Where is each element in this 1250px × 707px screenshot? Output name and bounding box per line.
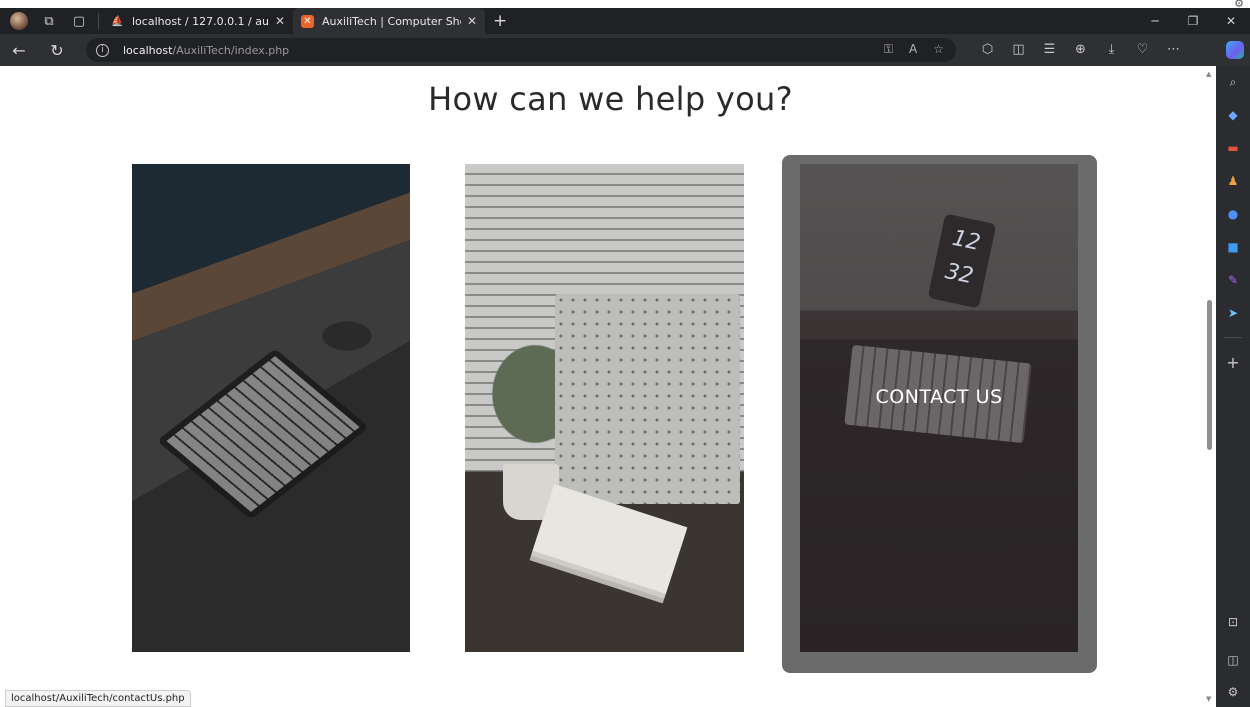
tab-auxilitech[interactable]: ✕ AuxiliTech | Computer Shop ✕ [293,8,485,34]
sidebar-toggle-icon[interactable]: ◫ [1225,652,1241,668]
scroll-down-icon[interactable]: ▼ [1206,695,1211,703]
url-input[interactable]: i localhost/AuxiliTech/index.php ⚿ A ☆ [86,38,956,62]
pegboard-illustration [555,294,740,504]
close-icon[interactable]: ✕ [467,14,477,28]
browser-toolbar: ⬡ ◫ ☰ ⊕ ⤓ ♡ ⋯ [972,42,1189,57]
url-path: /AuxiliTech/index.php [172,43,290,57]
contact-us-label: CONTACT US [875,386,1003,408]
restore-icon[interactable]: ❐ [1174,14,1212,28]
send-icon[interactable]: ➤ [1225,305,1241,321]
keyboard-illustration [156,348,370,520]
workspaces-icon[interactable]: ⧉ [34,8,64,34]
close-window-icon[interactable]: ✕ [1212,14,1250,28]
tab-bar: ⧉ ▢ ⛵ localhost / 127.0.0.1 / auxilitech… [0,8,1250,34]
new-tab-button[interactable]: + [493,11,507,31]
clock-minutes: 32 [942,259,976,290]
status-bar-url: localhost/AuxiliTech/contactUs.php [5,690,191,707]
read-aloud-icon[interactable]: A [909,42,917,57]
edge-sidebar: ⌕ ◆ ▬ ♟ ● ■ ✎ ➤ + ⊡ ◫ ⚙ [1216,66,1250,707]
outlook-icon[interactable]: ■ [1225,239,1241,255]
omnibox-actions: ⚿ A ☆ [884,42,944,57]
page-title: How can we help you? [428,80,793,118]
designer-icon[interactable]: ✎ [1225,272,1241,288]
contact-card[interactable]: 12 32 CONTACT US [800,164,1078,652]
tab-separator [98,13,99,29]
people-icon[interactable]: ♟ [1225,173,1241,189]
keyboard-desk-photo[interactable] [132,164,410,652]
favorite-star-icon[interactable]: ☆ [933,42,944,57]
toolbox-icon[interactable]: ▬ [1225,140,1241,156]
screenshot-icon[interactable]: ⊡ [1225,614,1241,630]
split-screen-icon[interactable]: ◫ [1003,42,1034,57]
collections-icon[interactable]: ⊕ [1065,42,1096,57]
scroll-up-icon[interactable]: ▲ [1206,70,1211,78]
clock-hours: 12 [949,225,983,257]
info-icon[interactable]: i [96,43,109,57]
tab-actions-icon[interactable]: ▢ [64,8,94,34]
extensions-icon[interactable]: ⬡ [972,42,1003,57]
page-scrollbar[interactable]: ▲ ▼ [1204,66,1216,707]
top-strip: ⚙ [0,0,1250,10]
add-icon[interactable]: + [1225,353,1241,372]
tab-phpmyadmin[interactable]: ⛵ localhost / 127.0.0.1 / auxilitech / ✕ [103,8,293,34]
tab-title: AuxiliTech | Computer Shop [322,14,461,28]
xampp-icon: ✕ [301,14,314,28]
minimize-icon[interactable]: ─ [1136,14,1174,28]
downloads-icon[interactable]: ⤓ [1096,42,1127,57]
refresh-icon[interactable]: ↻ [38,41,76,60]
scroll-thumb[interactable] [1207,300,1212,450]
clock-illustration: 12 32 [927,213,997,309]
close-icon[interactable]: ✕ [275,14,285,28]
copilot-icon[interactable] [1226,41,1244,59]
window-controls: ─ ❐ ✕ [1136,14,1250,28]
sidebar-separator [1224,337,1242,338]
url-host: localhost [123,43,173,57]
health-icon[interactable]: ♡ [1127,42,1158,57]
favorites-icon[interactable]: ☰ [1034,42,1065,57]
phpmyadmin-icon: ⛵ [111,15,124,27]
search-icon[interactable]: ⌕ [1225,74,1241,90]
profile-avatar[interactable] [10,12,28,30]
more-menu-icon[interactable]: ⋯ [1158,42,1189,57]
settings-gear-icon[interactable]: ⚙ [1225,684,1241,700]
address-bar: ← ↻ i localhost/AuxiliTech/index.php ⚿ A… [0,34,1250,66]
tag-icon[interactable]: ◆ [1225,107,1241,123]
key-icon[interactable]: ⚿ [884,42,893,57]
tab-title: localhost / 127.0.0.1 / auxilitech / [132,14,269,28]
plant-pegboard-photo[interactable] [465,164,744,652]
back-arrow-icon[interactable]: ← [0,41,38,60]
office-icon[interactable]: ● [1225,206,1241,222]
